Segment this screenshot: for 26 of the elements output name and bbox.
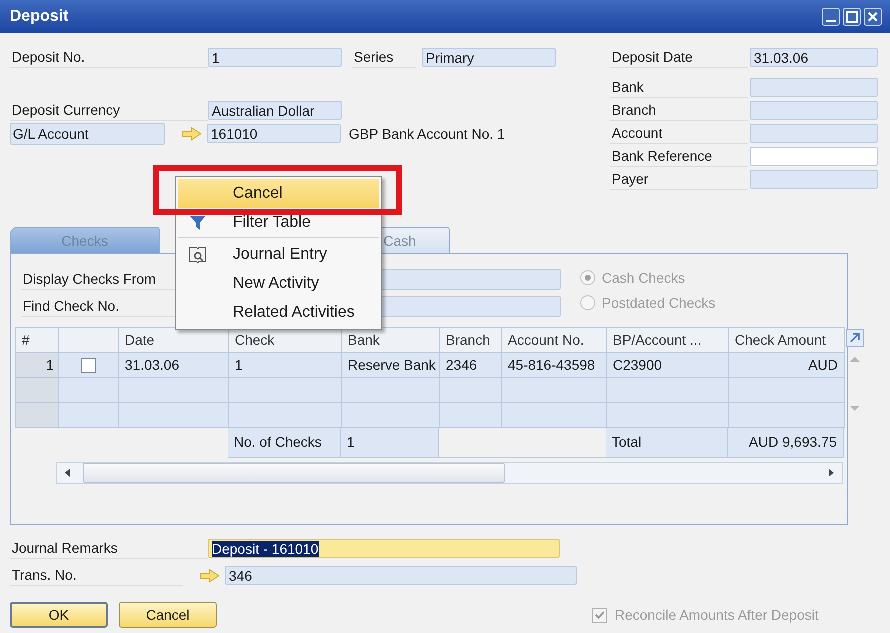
field-label: Deposit No. — [10, 47, 208, 68]
count-value: 1 — [341, 428, 439, 458]
field-label: Bank — [610, 77, 748, 98]
field-label: Trans. No. — [10, 565, 183, 586]
field-label: Deposit Currency — [10, 100, 208, 121]
table-cell: 2346 — [440, 353, 502, 378]
field-label: Journal Remarks — [10, 538, 208, 559]
checkbox-label: Reconcile Amounts After Deposit — [615, 607, 819, 623]
table-cell: 31.03.06 — [119, 353, 229, 378]
table-cell: Reserve Bank — [342, 353, 440, 378]
field-label: G/L Account — [10, 122, 165, 144]
window-title: Deposit — [10, 8, 69, 26]
table-cell: AUD — [729, 353, 845, 378]
total-value: AUD 9,693.75 — [728, 428, 844, 458]
table-cell: 45-816-43598 — [502, 353, 607, 378]
field-label: Account — [610, 123, 748, 144]
field-label: Deposit Date — [610, 47, 748, 68]
field-label: Payer — [610, 169, 748, 190]
account-name: GBP Bank Account No. 1 — [349, 126, 506, 142]
field-label: Branch — [610, 100, 748, 121]
count-label: No. of Checks — [228, 428, 341, 458]
table-cell: 1 — [229, 353, 342, 378]
field-label: Series — [352, 47, 416, 68]
field-label: Bank Reference — [610, 146, 748, 167]
table-cell: C23900 — [607, 353, 729, 378]
total-label: Total — [606, 428, 728, 458]
